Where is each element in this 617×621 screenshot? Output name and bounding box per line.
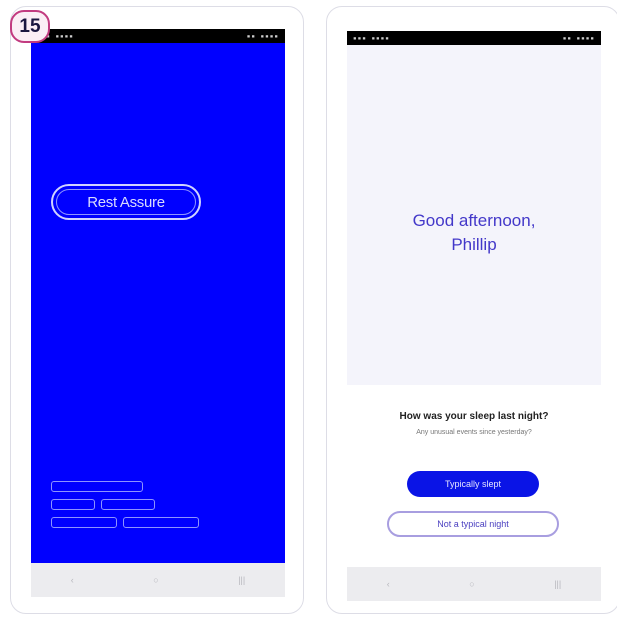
not-typical-label: Not a typical night [437, 519, 509, 529]
right-screenshot-card: ▪▪▪ ▪▪▪▪ ▪▪ ▪▪▪▪ Good afternoon, Phillip… [326, 6, 617, 614]
footer-chip[interactable] [123, 517, 199, 528]
status-bar: ▪▪▪ ▪▪▪▪ ▪▪ ▪▪▪▪ [31, 29, 285, 43]
home-icon[interactable]: ○ [469, 579, 474, 589]
status-bar: ▪▪▪ ▪▪▪▪ ▪▪ ▪▪▪▪ [347, 31, 601, 45]
android-nav-bar: ‹ ○ ||| [31, 563, 285, 597]
recents-icon[interactable]: ||| [554, 579, 561, 589]
splash-screen: ▪▪▪ ▪▪▪▪ ▪▪ ▪▪▪▪ Rest Assure ‹ ○ ||| [31, 29, 285, 597]
left-screenshot-card: ▪▪▪ ▪▪▪▪ ▪▪ ▪▪▪▪ Rest Assure ‹ ○ ||| [10, 6, 304, 614]
recents-icon[interactable]: ||| [238, 575, 245, 585]
step-number: 15 [19, 15, 41, 37]
typical-sleep-button[interactable]: Typically slept [407, 471, 539, 497]
greeting-line-1: Good afternoon, [412, 211, 536, 230]
android-nav-bar: ‹ ○ ||| [347, 567, 601, 601]
back-icon[interactable]: ‹ [387, 579, 390, 589]
status-right: ▪▪ ▪▪▪▪ [562, 34, 595, 42]
logo-inner-outline [56, 189, 196, 215]
footer-chip[interactable] [101, 499, 155, 510]
step-number-badge: 15 [10, 10, 50, 43]
status-right: ▪▪ ▪▪▪▪ [246, 32, 279, 40]
back-icon[interactable]: ‹ [71, 575, 74, 585]
greeting-line-2: Phillip [451, 235, 497, 254]
greeting-screen: ▪▪▪ ▪▪▪▪ ▪▪ ▪▪▪▪ Good afternoon, Phillip… [347, 31, 601, 603]
home-icon[interactable]: ○ [153, 575, 158, 585]
not-typical-button[interactable]: Not a typical night [387, 511, 559, 537]
sleep-subtext: Any unusual events since yesterday? [416, 429, 532, 436]
footer-chip[interactable] [51, 481, 143, 492]
footer-chip[interactable] [51, 517, 117, 528]
app-logo: Rest Assure [51, 184, 201, 220]
sleep-question: How was your sleep last night? [399, 411, 549, 422]
status-left: ▪▪▪ ▪▪▪▪ [353, 34, 390, 42]
greeting-heading: Good afternoon, Phillip [347, 209, 601, 257]
typical-sleep-label: Typically slept [444, 479, 502, 489]
footer-chip[interactable] [51, 499, 95, 510]
